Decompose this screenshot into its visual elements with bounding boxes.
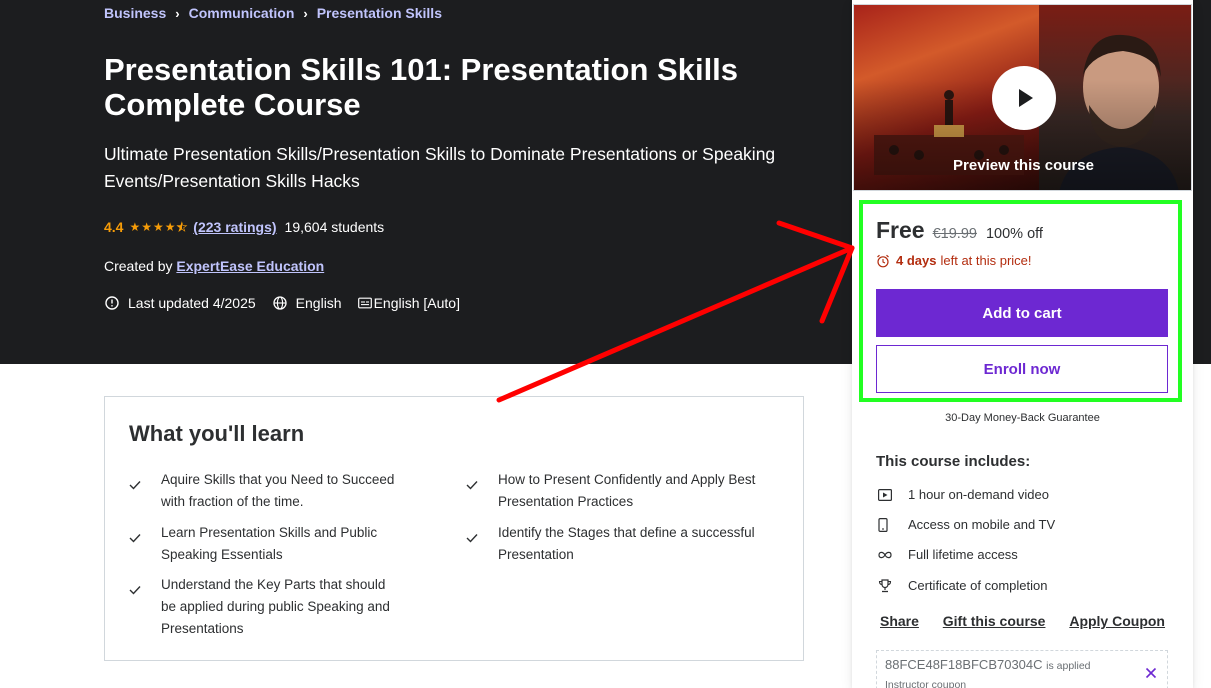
applied-coupon: 88FCE48F18BFCB70304C is applied Instruct… [876,650,1168,688]
include-item-text: 1 hour on-demand video [908,487,1049,502]
captions: English [Auto] [357,295,460,311]
include-item: Certificate of completion [878,578,1047,593]
chevron-right-icon: › [303,5,308,21]
students-count: 19,604 students [284,219,385,235]
breadcrumb-business[interactable]: Business [104,5,166,21]
learn-item-text: How to Present Confidently and Apply Bes… [498,472,756,509]
coupon-type: Instructor coupon [885,679,967,688]
rating-row: 4.4 ★ ★ ★ ★ ★ (223 ratings) 19,604 stude… [104,219,384,235]
trophy-icon [878,578,892,592]
breadcrumb-presentation-skills[interactable]: Presentation Skills [317,5,442,21]
last-updated: Last updated 4/2025 [104,295,256,311]
learn-item-text: Understand the Key Parts that should be … [161,577,390,636]
learn-item: Learn Presentation Skills and Public Spe… [129,522,419,566]
apply-coupon-link[interactable]: Apply Coupon [1069,613,1165,629]
annotation-highlight-box [859,200,1182,402]
play-icon [1019,89,1033,107]
include-item-text: Full lifetime access [908,547,1018,562]
captions-icon [357,297,372,309]
check-icon [129,534,141,543]
video-icon [878,488,892,501]
check-icon [129,586,141,595]
rating-value: 4.4 [104,219,124,235]
star-icon: ★ [129,220,141,234]
created-by: Created by ExpertEase Education [104,258,324,274]
created-by-label: Created by [104,258,173,274]
coupon-code: 88FCE48F18BFCB70304C [885,657,1043,672]
mobile-icon [878,517,888,532]
half-star-icon: ★ [176,220,188,235]
check-icon [466,534,478,543]
alert-clock-icon [105,296,119,310]
preview-label: Preview this course [953,157,1094,174]
globe-icon [273,296,287,310]
play-button[interactable] [992,66,1056,130]
check-icon [129,481,141,490]
learn-item: How to Present Confidently and Apply Bes… [466,469,756,513]
include-item: Access on mobile and TV [878,517,1055,532]
check-icon [466,481,478,490]
course-subtitle: Ultimate Presentation Skills/Presentatio… [104,144,776,191]
star-icon: ★ [153,220,164,234]
instructor-link[interactable]: ExpertEase Education [176,258,324,274]
language: English [272,295,342,311]
what-youll-learn: What you'll learn Aquire Skills that you… [104,396,804,661]
learn-item: Understand the Key Parts that should be … [129,574,399,640]
language-text: English [295,295,342,311]
gift-course-link[interactable]: Gift this course [943,613,1046,629]
course-preview[interactable]: Preview this course [853,4,1192,191]
include-item: Full lifetime access [878,547,1018,562]
learn-item-text: Identify the Stages that define a succes… [498,525,755,562]
learn-item: Aquire Skills that you Need to Succeed w… [129,469,419,513]
includes-title: This course includes: [876,453,1031,470]
star-icon: ★ [164,220,176,234]
include-item: 1 hour on-demand video [878,487,1049,502]
sidebar-links: Share Gift this course Apply Coupon [880,613,1165,629]
learn-item-text: Learn Presentation Skills and Public Spe… [161,525,378,562]
breadcrumb: Business › Communication › Presentation … [104,5,442,21]
course-meta: Last updated 4/2025 English English [Aut… [104,295,476,311]
include-item-text: Certificate of completion [908,578,1048,593]
star-rating: ★ ★ ★ ★ ★ [129,220,188,235]
include-item-text: Access on mobile and TV [908,517,1056,532]
learn-item-text: Aquire Skills that you Need to Succeed w… [161,472,395,509]
coupon-line: 88FCE48F18BFCB70304C is applied [885,657,1091,672]
ratings-count-link[interactable]: (223 ratings) [193,219,276,235]
learn-item: Identify the Stages that define a succes… [466,522,756,566]
learn-title: What you'll learn [129,421,305,446]
course-title: Presentation Skills 101: Presentation Sk… [104,52,739,122]
close-icon[interactable] [1145,667,1157,679]
share-link[interactable]: Share [880,613,919,629]
breadcrumb-communication[interactable]: Communication [189,5,295,21]
infinity-icon [878,551,892,558]
last-updated-text: Last updated 4/2025 [128,295,256,311]
money-back-guarantee: 30-Day Money-Back Guarantee [945,412,1100,424]
captions-text: English [Auto] [373,295,460,311]
chevron-right-icon: › [175,5,180,21]
star-icon: ★ [141,220,152,234]
coupon-applied-text: is applied [1046,660,1091,672]
